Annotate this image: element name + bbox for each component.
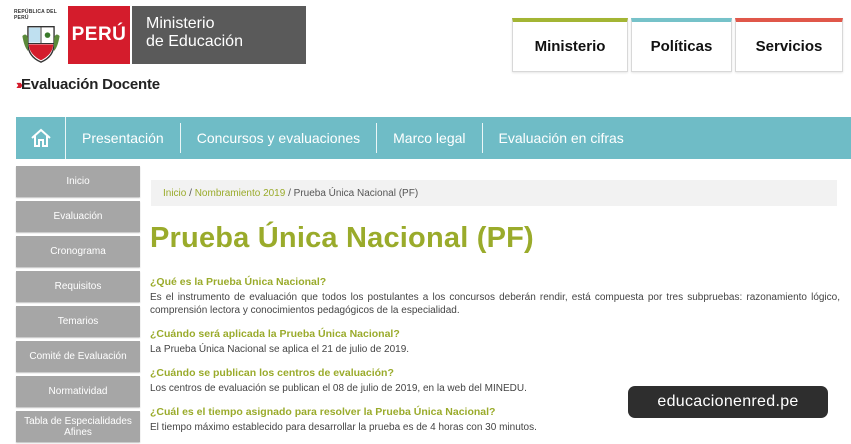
breadcrumb-current: Prueba Única Nacional (PF) xyxy=(293,188,419,199)
faq-item: ¿Qué es la Prueba Única Nacional? Es el … xyxy=(150,276,840,317)
nav-home-button[interactable] xyxy=(16,117,66,159)
faq-question: ¿Qué es la Prueba Única Nacional? xyxy=(150,276,327,288)
faq-answer: La Prueba Única Nacional se aplica el 21… xyxy=(150,344,410,355)
sidebar-item-evaluacion[interactable]: Evaluación xyxy=(16,201,140,232)
ministry-label: Ministerio de Educación xyxy=(130,6,306,64)
breadcrumb: Inicio / Nombramiento 2019 / Prueba Únic… xyxy=(151,180,837,206)
home-icon xyxy=(30,128,51,147)
section-title[interactable]: ›››Evaluación Docente xyxy=(16,76,160,93)
sidebar-item-requisitos[interactable]: Requisitos xyxy=(16,271,140,302)
ministry-line-1: Ministerio xyxy=(146,15,215,32)
top-tabs: Ministerio Políticas Servicios xyxy=(512,18,846,72)
sidebar: Inicio Evaluación Cronograma Requisitos … xyxy=(16,166,140,444)
tab-ministerio[interactable]: Ministerio xyxy=(512,18,628,72)
breadcrumb-parent[interactable]: Nombramiento 2019 xyxy=(195,188,286,199)
chevrons-icon: ››› xyxy=(16,77,23,92)
coat-of-arms-icon xyxy=(22,26,60,63)
breadcrumb-separator: / xyxy=(285,188,294,199)
site-header: REPÚBLICA DEL PERÚ PERÚ Ministerio de Ed… xyxy=(0,0,851,118)
watermark-badge: educacionenred.pe xyxy=(628,386,828,418)
sidebar-item-normatividad[interactable]: Normatividad xyxy=(16,376,140,407)
coat-of-arms: REPÚBLICA DEL PERÚ xyxy=(14,6,68,64)
nav-marco-legal[interactable]: Marco legal xyxy=(377,123,483,153)
tab-politicas[interactable]: Políticas xyxy=(631,18,732,72)
sidebar-item-comite[interactable]: Comité de Evaluación xyxy=(16,341,140,372)
section-title-text: Evaluación Docente xyxy=(21,76,160,93)
sidebar-item-temarios[interactable]: Temarios xyxy=(16,306,140,337)
faq-answer: Es el instrumento de evaluación que todo… xyxy=(150,292,840,316)
sidebar-item-especialidades[interactable]: Tabla de Especialidades Afines xyxy=(16,411,140,442)
tab-servicios[interactable]: Servicios xyxy=(735,18,843,72)
breadcrumb-home[interactable]: Inicio xyxy=(163,188,186,199)
faq-item: ¿Cuándo será aplicada la Prueba Única Na… xyxy=(150,328,840,356)
faq-question: ¿Cuándo será aplicada la Prueba Única Na… xyxy=(150,328,400,340)
faq-answer: El tiempo máximo establecido para desarr… xyxy=(150,422,537,433)
ministry-line-2: de Educación xyxy=(146,33,243,50)
breadcrumb-separator: / xyxy=(186,188,195,199)
faq-content: ¿Qué es la Prueba Única Nacional? Es el … xyxy=(150,276,840,444)
sidebar-item-cronograma[interactable]: Cronograma xyxy=(16,236,140,267)
sidebar-item-inicio[interactable]: Inicio xyxy=(16,166,140,197)
nav-presentacion[interactable]: Presentación xyxy=(66,123,181,153)
nav-concursos[interactable]: Concursos y evaluaciones xyxy=(181,123,378,153)
page-title: Prueba Única Nacional (PF) xyxy=(150,222,534,254)
faq-question: ¿Cuándo se publican los centros de evalu… xyxy=(150,367,394,379)
peru-label: PERÚ xyxy=(68,6,130,64)
nav-evaluacion-cifras[interactable]: Evaluación en cifras xyxy=(483,123,640,153)
shield-text: REPÚBLICA DEL PERÚ xyxy=(14,9,57,21)
main-nav: Presentación Concursos y evaluaciones Ma… xyxy=(16,117,851,159)
minedu-logo[interactable]: REPÚBLICA DEL PERÚ PERÚ Ministerio de Ed… xyxy=(14,6,306,64)
